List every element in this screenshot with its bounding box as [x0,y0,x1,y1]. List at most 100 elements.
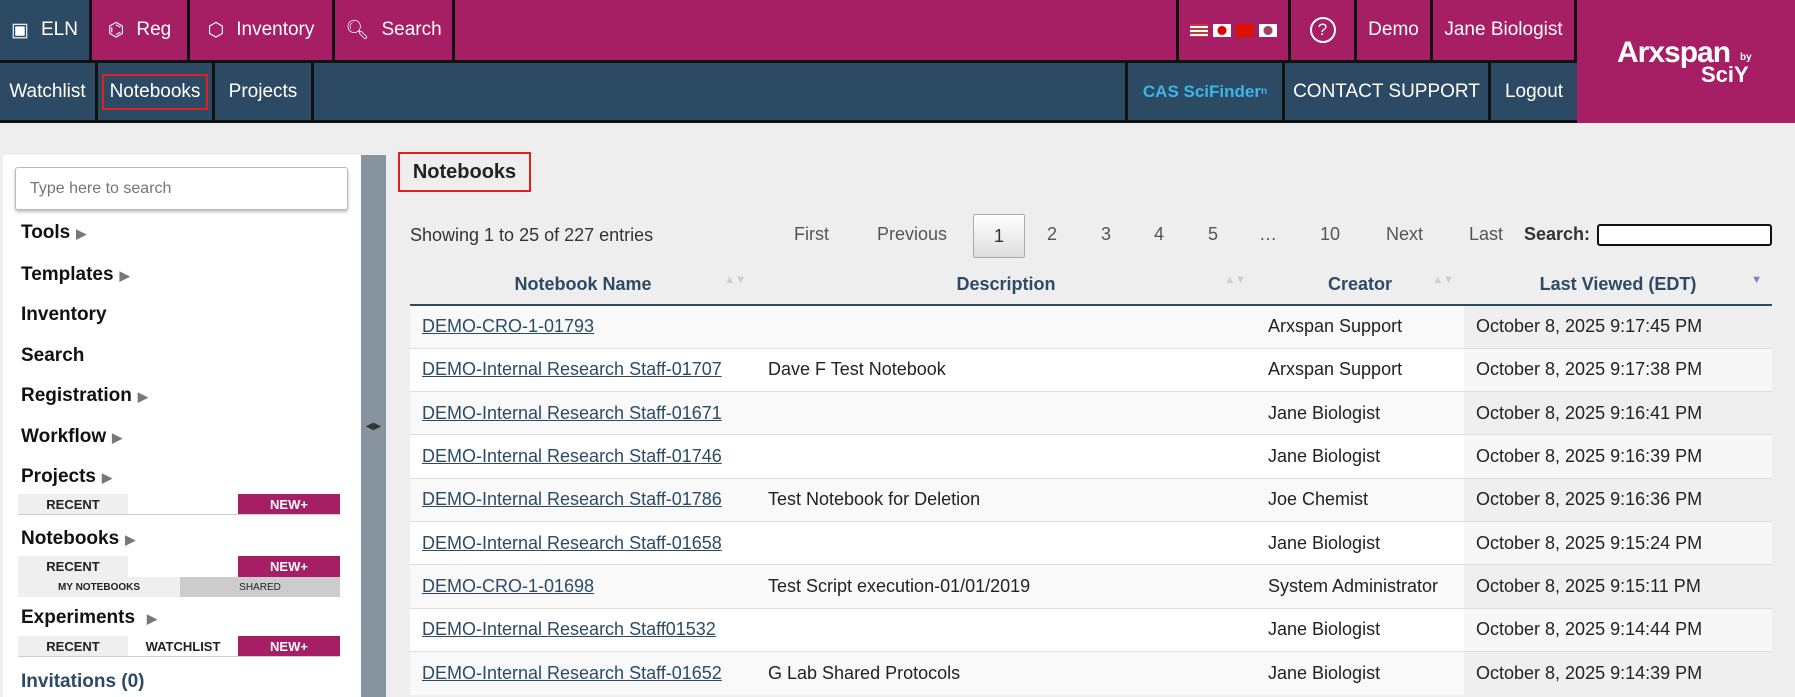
notebook-name-cell: DEMO-Internal Research Staff01532 [410,607,756,652]
sidebar-search-input[interactable] [15,167,348,210]
col-last-viewed[interactable]: Last Viewed (EDT) ▼ [1464,264,1772,306]
description-cell [756,520,1256,565]
sidebar-projects[interactable]: Projects ▶ [21,466,112,488]
sidebar-registration[interactable]: Registration ▶ [21,385,148,407]
sub-nav: Watchlist Notebooks Projects CAS SciFind… [0,60,1577,123]
japan-flag-icon[interactable] [1213,23,1231,37]
col-notebook-name[interactable]: Notebook Name ▲▼ [410,264,756,306]
sidebar-tools[interactable]: Tools ▶ [21,222,86,244]
notebook-link[interactable]: DEMO-Internal Research Staff01532 [422,619,716,639]
table-row: DEMO-Internal Research Staff-01746 Jane B… [410,434,1772,479]
nav-projects[interactable]: Projects [215,63,314,120]
cas-scifinder-link[interactable]: CAS SciFinder n [1125,63,1285,120]
notebook-name-cell: DEMO-Internal Research Staff-01652 [410,650,756,695]
notebooks-recent-button[interactable]: RECENT [18,556,128,577]
col-description[interactable]: Description ▲▼ [756,264,1256,306]
sidebar-search[interactable]: Search [21,345,84,367]
contact-support-link[interactable]: CONTACT SUPPORT [1285,63,1491,120]
table-row: DEMO-Internal Research Staff01532 Jane Bi… [410,607,1772,652]
experiments-recent-button[interactable]: RECENT [18,636,128,656]
sidebar-notebooks[interactable]: Notebooks ▶ [21,528,135,550]
shared-tab[interactable]: SHARED [180,577,340,597]
description-cell [756,304,1256,349]
sidebar-experiments[interactable]: Experiments ▶ [21,607,157,629]
experiments-new-button[interactable]: NEW+ [238,636,340,656]
creator-cell: Jane Biologist [1256,607,1464,652]
projects-recent-button[interactable]: RECENT [18,494,128,514]
notebook-link[interactable]: DEMO-Internal Research Staff-01671 [422,403,722,423]
description-cell: Test Notebook for Deletion [756,477,1256,522]
projects-new-button[interactable]: NEW+ [238,494,340,514]
table-search-input[interactable] [1597,224,1772,246]
pagination-next[interactable]: Next [1386,224,1423,245]
sidebar-workflow[interactable]: Workflow ▶ [21,426,122,448]
nav-search-label: Search [381,19,442,40]
pagination-ellipsis: … [1259,224,1277,244]
notebooks-table: Notebook Name ▲▼ Description ▲▼ Creator ▲▼ … [410,264,1772,695]
experiments-watchlist-button[interactable]: WATCHLIST [128,636,238,656]
my-notebooks-tab[interactable]: MY NOTEBOOKS [18,577,180,597]
help-button[interactable]: ? [1291,0,1357,60]
nav-reg[interactable]: ⌬ Reg [92,0,190,60]
pagination-previous[interactable]: Previous [877,224,947,245]
pagination-page-2[interactable]: 2 [1047,224,1057,245]
sidebar-invitations[interactable]: Invitations (0) [21,671,145,693]
nav-eln-label: ELN [40,19,78,40]
notebook-name-cell: DEMO-CRO-1-01793 [410,304,756,349]
cas-label: CAS SciFinder [1142,81,1261,101]
last-viewed-cell: October 8, 2025 9:14:44 PM [1464,607,1772,652]
nav-search[interactable]: 🔍︎ Search [335,0,455,60]
notebooks-actions: RECENT NEW+ [18,556,340,577]
user-menu[interactable]: Jane Biologist [1433,0,1577,60]
description-cell: Dave F Test Notebook [756,347,1256,392]
china-flag-icon[interactable] [1236,23,1254,37]
nav-eln[interactable]: ▣ ELN [0,0,92,60]
expand-triangle-icon: ▶ [76,226,87,241]
col-creator[interactable]: Creator ▲▼ [1256,264,1464,306]
notebooks-new-button[interactable]: NEW+ [238,556,340,577]
logout-link[interactable]: Logout [1491,63,1577,120]
reg-icon: ⌬ [107,19,125,41]
creator-cell: Jane Biologist [1256,434,1464,479]
sidebar-templates[interactable]: Templates ▶ [21,264,130,286]
pagination-page-10[interactable]: 10 [1320,224,1340,245]
pagination-page-3[interactable]: 3 [1101,224,1111,245]
notebook-link[interactable]: DEMO-Internal Research Staff-01707 [422,359,722,379]
arxspan-logo[interactable]: Arxspan by SciY [1577,0,1795,123]
notebook-link[interactable]: DEMO-Internal Research Staff-01658 [422,533,722,553]
sidebar-collapse-handle[interactable]: ◀▶ [361,155,386,697]
notebook-link[interactable]: DEMO-Internal Research Staff-01652 [422,663,722,683]
table-row: DEMO-Internal Research Staff-01786 Test N… [410,477,1772,522]
pagination-last[interactable]: Last [1469,224,1503,245]
last-viewed-cell: October 8, 2025 9:15:24 PM [1464,520,1772,565]
notebook-link[interactable]: DEMO-Internal Research Staff-01786 [422,489,722,509]
pagination-first[interactable]: First [794,224,829,245]
table-search-label: Search: [1524,224,1591,244]
expand-triangle-icon: ▶ [119,268,130,283]
sidebar-inventory[interactable]: Inventory [21,304,107,326]
experiments-label: Experiments [21,607,136,628]
nav-reg-label: Reg [136,19,172,40]
col-label: Notebook Name [514,273,652,294]
demo-link[interactable]: Demo [1357,0,1433,60]
expand-triangle-icon: ▶ [137,389,148,404]
pagination-page-4[interactable]: 4 [1154,224,1164,245]
cas-sup: n [1260,86,1268,97]
table-row: DEMO-Internal Research Staff-01658 Jane B… [410,520,1772,565]
nav-notebooks-label: Notebooks [101,73,209,110]
creator-cell: Jane Biologist [1256,520,1464,565]
notebook-link[interactable]: DEMO-Internal Research Staff-01746 [422,446,722,466]
notebook-link[interactable]: DEMO-CRO-1-01698 [422,576,594,596]
nav-inventory[interactable]: ⬡ Inventory [190,0,335,60]
nav-watchlist[interactable]: Watchlist [0,63,98,120]
nav-notebooks[interactable]: Notebooks [98,63,215,120]
pagination-page-5[interactable]: 5 [1208,224,1218,245]
us-flag-icon[interactable] [1190,23,1208,37]
sort-icon: ▲▼ [1432,273,1454,286]
notebook-link[interactable]: DEMO-CRO-1-01793 [422,316,594,336]
korea-flag-icon[interactable] [1259,23,1277,37]
workflow-label: Workflow [21,426,107,447]
projects-label: Projects [21,466,96,487]
pagination-page-1[interactable]: 1 [973,214,1025,258]
last-viewed-cell: October 8, 2025 9:14:39 PM [1464,650,1772,695]
